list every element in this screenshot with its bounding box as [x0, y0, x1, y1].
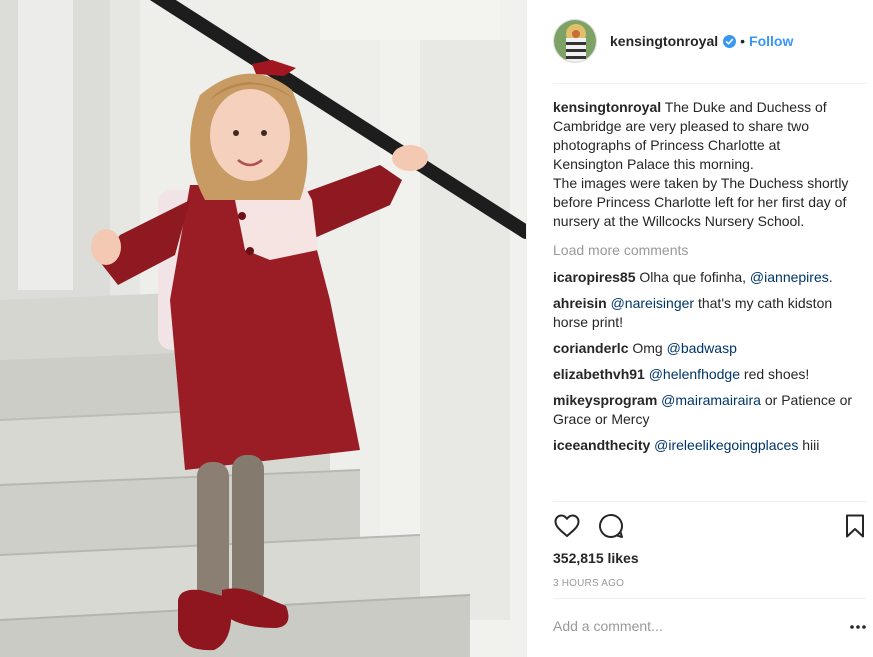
post-header: kensingtonroyal • Follow	[553, 18, 793, 64]
caption-line: The images were taken by The Duchess sho…	[553, 175, 849, 229]
comment-item: icaropires85 Olha que fofinha, @iannepir…	[553, 268, 853, 287]
comment-username[interactable]: iceeandthecity	[553, 437, 650, 453]
post-caption: kensingtonroyal The Duke and Duchess of …	[553, 98, 853, 231]
comment-text-after: red shoes!	[743, 366, 810, 382]
comment-username[interactable]: ahreisin	[553, 295, 607, 311]
bookmark-icon[interactable]	[841, 512, 869, 540]
comment-item: iceeandthecity @ireleelikegoingplaces hi…	[553, 436, 853, 455]
comment-mention[interactable]: @badwasp	[667, 340, 737, 356]
comment-mention[interactable]: @iannepires	[750, 269, 829, 285]
actions-divider	[553, 501, 867, 502]
comment-text: Omg	[632, 340, 663, 356]
post-actions	[553, 512, 869, 540]
comment-item: corianderlc Omg @badwasp	[553, 339, 853, 358]
instagram-post: kensingtonroyal • Follow kensingtonroyal…	[0, 0, 873, 657]
comment-mention[interactable]: @mairamairaira	[661, 392, 761, 408]
comment-item: ahreisin @nareisinger that's my cath kid…	[553, 294, 853, 332]
post-sidebar: kensingtonroyal • Follow kensingtonroyal…	[526, 0, 873, 657]
load-more-comments-button[interactable]: Load more comments	[553, 241, 853, 260]
comment-item: mikeysprogram @mairamairaira or Patience…	[553, 391, 853, 429]
add-comment-input[interactable]	[553, 614, 813, 638]
likes-count[interactable]: 352,815 likes	[553, 550, 639, 566]
header-divider	[553, 83, 867, 84]
post-username[interactable]: kensingtonroyal	[610, 33, 718, 49]
follow-button[interactable]: Follow	[749, 33, 793, 49]
comment-username[interactable]: corianderlc	[553, 340, 628, 356]
header-separator: •	[740, 33, 746, 49]
comment-username[interactable]: elizabethvh91	[553, 366, 645, 382]
comment-mention[interactable]: @ireleelikegoingplaces	[654, 437, 798, 453]
comment-username[interactable]: mikeysprogram	[553, 392, 657, 408]
heart-outline-icon[interactable]	[553, 512, 581, 540]
comment-mention[interactable]: @nareisinger	[611, 295, 694, 311]
verified-badge-icon	[723, 34, 737, 48]
comment-mention[interactable]: @helenfhodge	[649, 366, 740, 382]
caption-line: kensingtonroyal The Duke and Duchess of …	[553, 98, 853, 174]
caption-username[interactable]: kensingtonroyal	[553, 99, 661, 115]
comment-text-after: hiii	[802, 437, 820, 453]
post-photo[interactable]	[0, 0, 526, 657]
comments-list: kensingtonroyal The Duke and Duchess of …	[553, 98, 853, 462]
post-timestamp[interactable]: 3 HOURS AGO	[553, 578, 624, 589]
comment-item: elizabethvh91 @helenfhodge red shoes!	[553, 365, 853, 384]
comment-text-after: .	[828, 269, 833, 285]
ellipsis-icon[interactable]	[847, 620, 869, 634]
comment-username[interactable]: icaropires85	[553, 269, 636, 285]
comment-text: Olha que fofinha,	[639, 269, 747, 285]
speech-bubble-icon[interactable]	[597, 512, 625, 540]
avatar[interactable]	[553, 19, 597, 63]
comment-box-divider	[553, 598, 867, 599]
